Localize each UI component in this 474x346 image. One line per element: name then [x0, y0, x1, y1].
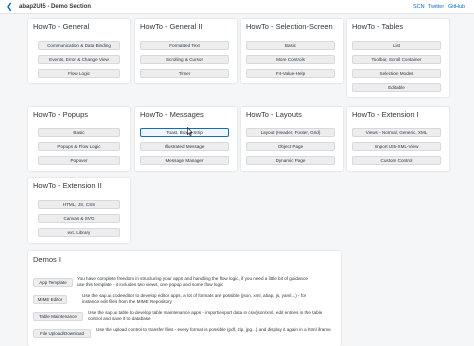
panel-title: HowTo - General: [33, 22, 90, 31]
panel-title: HowTo - Layouts: [246, 110, 302, 119]
scn-link[interactable]: SCN: [413, 2, 425, 12]
list-button[interactable]: List: [352, 41, 441, 50]
communication-data-binding-button[interactable]: Communication & Data Binding: [38, 41, 120, 50]
formatted-text-button[interactable]: Formatted Text: [140, 41, 229, 50]
dynamic-page-button[interactable]: Dynamic Page: [246, 156, 335, 165]
demo-row: File Upload/Download Use the upload cont…: [28, 326, 341, 343]
canvas-svg-button[interactable]: Canvas & SVG: [38, 214, 120, 223]
views-normal-generic-xml-button[interactable]: Views - Normal, Generic, XML: [352, 128, 441, 137]
selection-modes-button[interactable]: Selection Modes: [352, 69, 441, 78]
panel-title: HowTo - Selection-Screen: [246, 22, 333, 31]
illustrated-message-button[interactable]: Illustrated Message: [140, 142, 229, 151]
import-ui5-xml-view-button[interactable]: Import UI5-XML-View: [352, 142, 441, 151]
demos-panel: Demos I App Template You have complete f…: [28, 251, 341, 346]
panel-howto-extension-ii: HowTo - Extension II HTML, JS, CSS Canva…: [28, 178, 130, 243]
toolbar-scroll-container-button[interactable]: Toolbar, Scroll Container: [352, 55, 441, 64]
panel-howto-layouts: HowTo - Layouts Layout (Header, Footer, …: [241, 107, 343, 171]
panel-howto-tables: HowTo - Tables List Toolbar, Scroll Cont…: [347, 19, 449, 97]
layout-header-footer-grid-button[interactable]: Layout (Header, Footer, Grid): [246, 128, 335, 137]
events-error-change-view-button[interactable]: Events, Error & Change View: [38, 55, 120, 64]
object-page-button[interactable]: Object Page: [246, 142, 335, 151]
panel-title: HowTo - Tables: [352, 22, 404, 31]
panel-howto-messages: HowTo - Messages Toast, Box & Strip Illu…: [135, 107, 237, 171]
demo-description: Use the sap.ui.table to develop table ma…: [88, 310, 323, 321]
popover-button[interactable]: Popover: [38, 156, 120, 165]
app-template-button[interactable]: App Template: [33, 278, 73, 287]
panel-title: HowTo - Messages: [140, 110, 204, 119]
demo-row: Table Maintenance Use the sap.ui.table t…: [28, 309, 341, 326]
popups-flow-logic-button[interactable]: Popups & Flow Logic: [38, 142, 120, 151]
ext-library-button[interactable]: ext. Library: [38, 228, 120, 237]
github-link[interactable]: GitHub: [448, 2, 465, 12]
editable-button[interactable]: Editable: [352, 83, 441, 92]
panel-title: HowTo - Extension II: [33, 181, 102, 190]
panel-howto-general-ii: HowTo - General II Formatted Text Scroll…: [135, 19, 237, 83]
panel-title: HowTo - General II: [140, 22, 203, 31]
app-header: ❮ abap2UI5 - Demo Section SCN Twitter Gi…: [0, 0, 474, 14]
mouse-pointer-icon: [187, 127, 193, 136]
demo-row: MIME Editor Use the sap.ui.codeeditor to…: [28, 292, 341, 309]
html-js-css-button[interactable]: HTML, JS, CSS: [38, 200, 120, 209]
panel-howto-popups: HowTo - Popups Basic Popups & Flow Logic…: [28, 107, 130, 171]
custom-control-button[interactable]: Custom Control: [352, 156, 441, 165]
app-title: abap2UI5 - Demo Section: [19, 4, 92, 10]
flow-logic-button[interactable]: Flow Logic: [38, 69, 120, 78]
more-controls-button[interactable]: More Controls: [246, 55, 335, 64]
back-arrow-icon[interactable]: ❮: [6, 2, 13, 12]
scrolling-cursor-button[interactable]: Scrolling & Cursor: [140, 55, 229, 64]
demo-row: App Template You have complete freedom i…: [28, 275, 341, 292]
panel-title: HowTo - Extension I: [352, 110, 419, 119]
panel-howto-extension-i: HowTo - Extension I Views - Normal, Gene…: [347, 107, 449, 171]
panel-howto-selection-screen: HowTo - Selection-Screen Basic More Cont…: [241, 19, 343, 83]
toast-box-strip-button[interactable]: Toast, Box & Strip: [140, 128, 229, 137]
demos-title: Demos I: [33, 255, 61, 264]
message-manager-button[interactable]: Message Manager: [140, 156, 229, 165]
basic-selection-button[interactable]: Basic: [246, 41, 335, 50]
demo-description: Use the sap.ui.codeeditor to develop edi…: [82, 293, 307, 304]
table-maintenance-button[interactable]: Table Maintenance: [33, 312, 83, 321]
mime-editor-button[interactable]: MIME Editor: [33, 295, 67, 304]
demo-description: You have complete freedom in structuring…: [77, 276, 308, 287]
timer-button[interactable]: Timer: [140, 69, 229, 78]
demo-description: Use the upload control to transfer files…: [96, 327, 331, 332]
panel-title: HowTo - Popups: [33, 110, 89, 119]
f4-value-help-button[interactable]: F4-Value-Help: [246, 69, 335, 78]
file-upload-download-button[interactable]: File Upload/Download: [33, 329, 91, 338]
panel-howto-general: HowTo - General Communication & Data Bin…: [28, 19, 130, 83]
twitter-link[interactable]: Twitter: [428, 2, 444, 12]
basic-popup-button[interactable]: Basic: [38, 128, 120, 137]
